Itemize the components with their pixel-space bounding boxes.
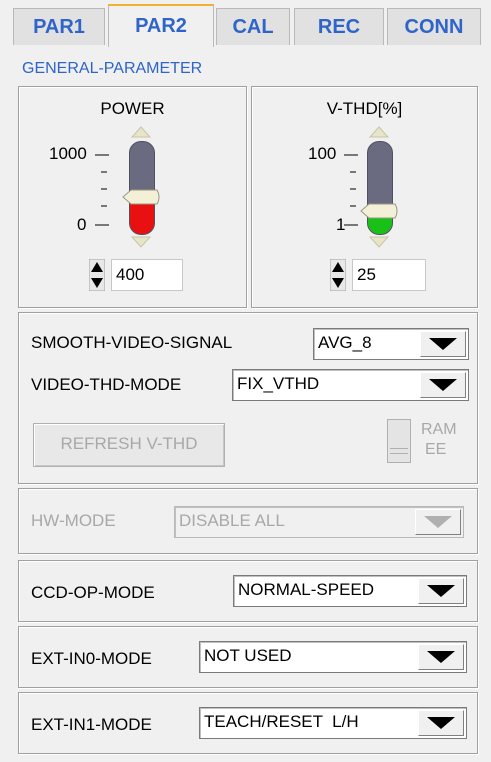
vthd-value-input[interactable]: 25	[352, 259, 426, 291]
hw-mode-select[interactable]: DISABLE ALL	[174, 506, 464, 538]
ext-in0-mode-value: NOT USED	[204, 646, 292, 665]
hw-mode-value: DISABLE ALL	[179, 511, 285, 530]
vthd-spinner[interactable]	[330, 259, 346, 291]
vthd-ticks	[344, 154, 358, 226]
power-value-input[interactable]: 400	[111, 259, 183, 291]
ext-in1-mode-select[interactable]: TEACH/RESET L/H	[199, 707, 467, 739]
tab-rec[interactable]: REC	[294, 8, 384, 45]
power-group: POWER 1000 0 400	[18, 86, 247, 308]
vthd-scale-max: 100	[308, 144, 337, 163]
ram-ee-switch[interactable]	[387, 419, 411, 463]
ext-in0-mode-select[interactable]: NOT USED	[199, 641, 467, 673]
smooth-video-signal-value: AVG_8	[318, 333, 372, 352]
power-slider-down-icon[interactable]	[130, 235, 152, 249]
ram-label: RAM	[421, 421, 457, 438]
vthd-slider-up-icon[interactable]	[368, 125, 390, 139]
ccd-op-mode-label: CCD-OP-MODE	[31, 583, 155, 602]
vthd-slider-thumb[interactable]	[357, 200, 401, 222]
dropdown-arrow-icon[interactable]	[418, 644, 464, 670]
video-thd-mode-value: FIX_VTHD	[237, 374, 320, 393]
dropdown-arrow-icon[interactable]	[415, 509, 461, 535]
section-title: GENERAL-PARAMETER	[22, 60, 203, 77]
ccd-op-mode-value: NORMAL-SPEED	[238, 580, 375, 599]
ee-label: EE	[425, 441, 447, 458]
vthd-title: V-THD[%]	[326, 99, 403, 118]
refresh-vthd-button[interactable]: REFRESH V-THD	[33, 423, 225, 467]
dropdown-arrow-icon[interactable]	[418, 578, 464, 604]
smooth-video-signal-label: SMOOTH-VIDEO-SIGNAL	[31, 333, 233, 352]
video-thd-mode-label: VIDEO-THD-MODE	[31, 375, 182, 394]
dropdown-arrow-icon[interactable]	[420, 331, 466, 357]
dropdown-arrow-icon[interactable]	[420, 372, 466, 398]
hw-mode-label: HW-MODE	[31, 511, 116, 530]
power-slider-thumb[interactable]	[119, 186, 163, 208]
video-thd-mode-select[interactable]: FIX_VTHD	[232, 369, 469, 401]
dropdown-arrow-icon[interactable]	[418, 710, 464, 736]
smooth-video-signal-select[interactable]: AVG_8	[313, 328, 469, 360]
ext-in0-mode-label: EXT-IN0-MODE	[31, 649, 152, 668]
tab-par1[interactable]: PAR1	[13, 8, 105, 45]
ext-in1-mode-label: EXT-IN1-MODE	[31, 715, 152, 734]
power-spinner[interactable]	[89, 259, 105, 291]
tab-par2[interactable]: PAR2	[108, 4, 214, 47]
power-title: POWER	[100, 99, 165, 118]
ext-in1-mode-value: TEACH/RESET L/H	[204, 712, 359, 731]
power-slider-up-icon[interactable]	[130, 125, 152, 139]
vthd-slider-down-icon[interactable]	[368, 235, 390, 249]
power-scale-min: 0	[77, 215, 87, 234]
hw-mode-group: HW-MODE DISABLE ALL	[18, 488, 478, 554]
power-scale-max: 1000	[49, 144, 87, 163]
vthd-group: V-THD[%] 100 1 25	[251, 86, 478, 308]
ccd-op-mode-group: CCD-OP-MODE NORMAL-SPEED	[18, 560, 478, 622]
tab-conn[interactable]: CONN	[387, 8, 481, 45]
tab-cal[interactable]: CAL	[216, 8, 290, 45]
ccd-op-mode-select[interactable]: NORMAL-SPEED	[233, 575, 467, 607]
ext-in1-mode-group: EXT-IN1-MODE TEACH/RESET L/H	[18, 692, 478, 754]
video-settings-group: SMOOTH-VIDEO-SIGNAL AVG_8 VIDEO-THD-MODE…	[18, 312, 478, 484]
power-ticks	[95, 154, 109, 226]
ext-in0-mode-group: EXT-IN0-MODE NOT USED	[18, 626, 478, 688]
